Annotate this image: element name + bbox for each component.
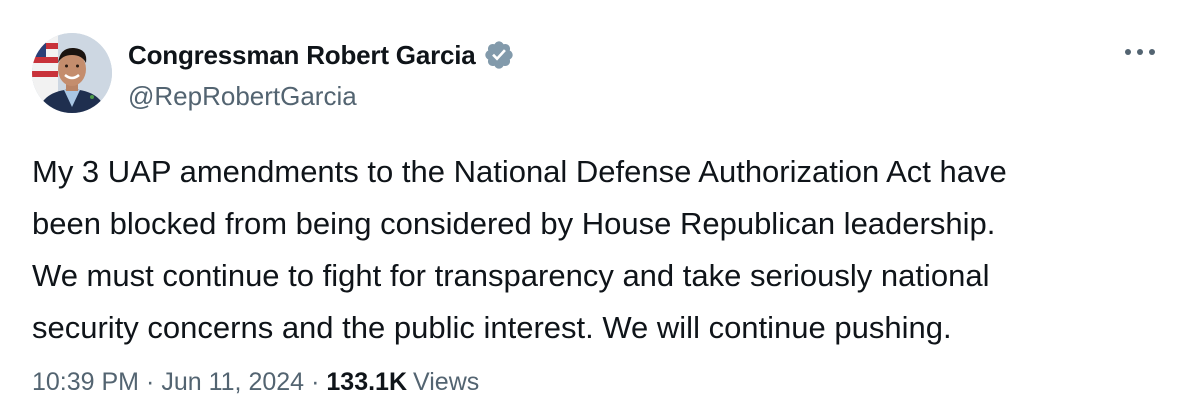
separator-dot: · — [311, 368, 320, 396]
more-options-button[interactable] — [1120, 38, 1160, 66]
author-handle[interactable]: @RepRobertGarcia — [128, 81, 357, 112]
verified-badge-icon[interactable] — [483, 39, 515, 71]
separator-dot: · — [146, 368, 155, 396]
views-label: Views — [413, 368, 480, 396]
tweet-time[interactable]: 10:39 PM — [32, 368, 139, 397]
author-display-name[interactable]: Congressman Robert Garcia — [128, 40, 476, 71]
tweet-text: My 3 UAP amendments to the National Defe… — [32, 154, 1007, 345]
views-count[interactable]: 133.1K — [326, 368, 407, 397]
tweet-metadata: 10:39 PM · Jun 11, 2024 · 133.1K Views — [32, 368, 479, 397]
author-name-row: Congressman Robert Garcia — [128, 38, 515, 72]
tweet-date[interactable]: Jun 11, 2024 — [161, 368, 304, 397]
avatar[interactable] — [32, 33, 112, 113]
tweet-card: Congressman Robert Garcia @RepRobertGarc… — [0, 0, 1194, 414]
more-horizontal-icon — [1125, 49, 1155, 55]
